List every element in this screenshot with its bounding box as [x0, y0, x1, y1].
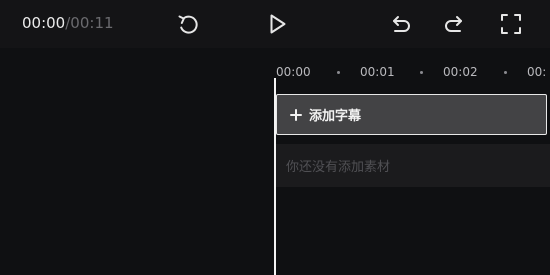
video-editor: 00:00/00:11 00:00 00:01 00:02 00: 添加字幕 你… [0, 0, 550, 275]
current-time: 00:00 [22, 14, 66, 32]
add-subtitle-label: 添加字幕 [309, 109, 362, 124]
play-icon [264, 11, 290, 37]
empty-material-placeholder: 你还没有添加素材 [286, 160, 391, 175]
fullscreen-icon [498, 11, 524, 37]
tick-dot [337, 71, 340, 74]
time-tick: 00: [527, 65, 547, 79]
tick-dot [504, 71, 507, 74]
top-toolbar: 00:00/00:11 [0, 0, 550, 48]
undo-button[interactable] [386, 10, 414, 38]
tick-dot [420, 71, 423, 74]
redo-button[interactable] [441, 10, 469, 38]
total-time: 00:11 [70, 14, 114, 32]
time-display: 00:00/00:11 [22, 13, 114, 33]
play-button[interactable] [263, 10, 291, 38]
material-track[interactable]: 你还没有添加素材 [276, 144, 550, 187]
fullscreen-button[interactable] [497, 10, 525, 38]
redo-icon [442, 11, 468, 37]
refresh-icon [175, 11, 201, 37]
plus-icon [289, 108, 303, 122]
time-tick: 00:00 [276, 65, 311, 79]
playhead[interactable] [274, 78, 276, 275]
refresh-button[interactable] [174, 10, 202, 38]
timeline-ruler[interactable]: 00:00 00:01 00:02 00: [275, 56, 550, 86]
undo-icon [387, 11, 413, 37]
time-tick: 00:02 [443, 65, 478, 79]
add-subtitle-track[interactable]: 添加字幕 [276, 94, 547, 135]
time-tick: 00:01 [360, 65, 395, 79]
